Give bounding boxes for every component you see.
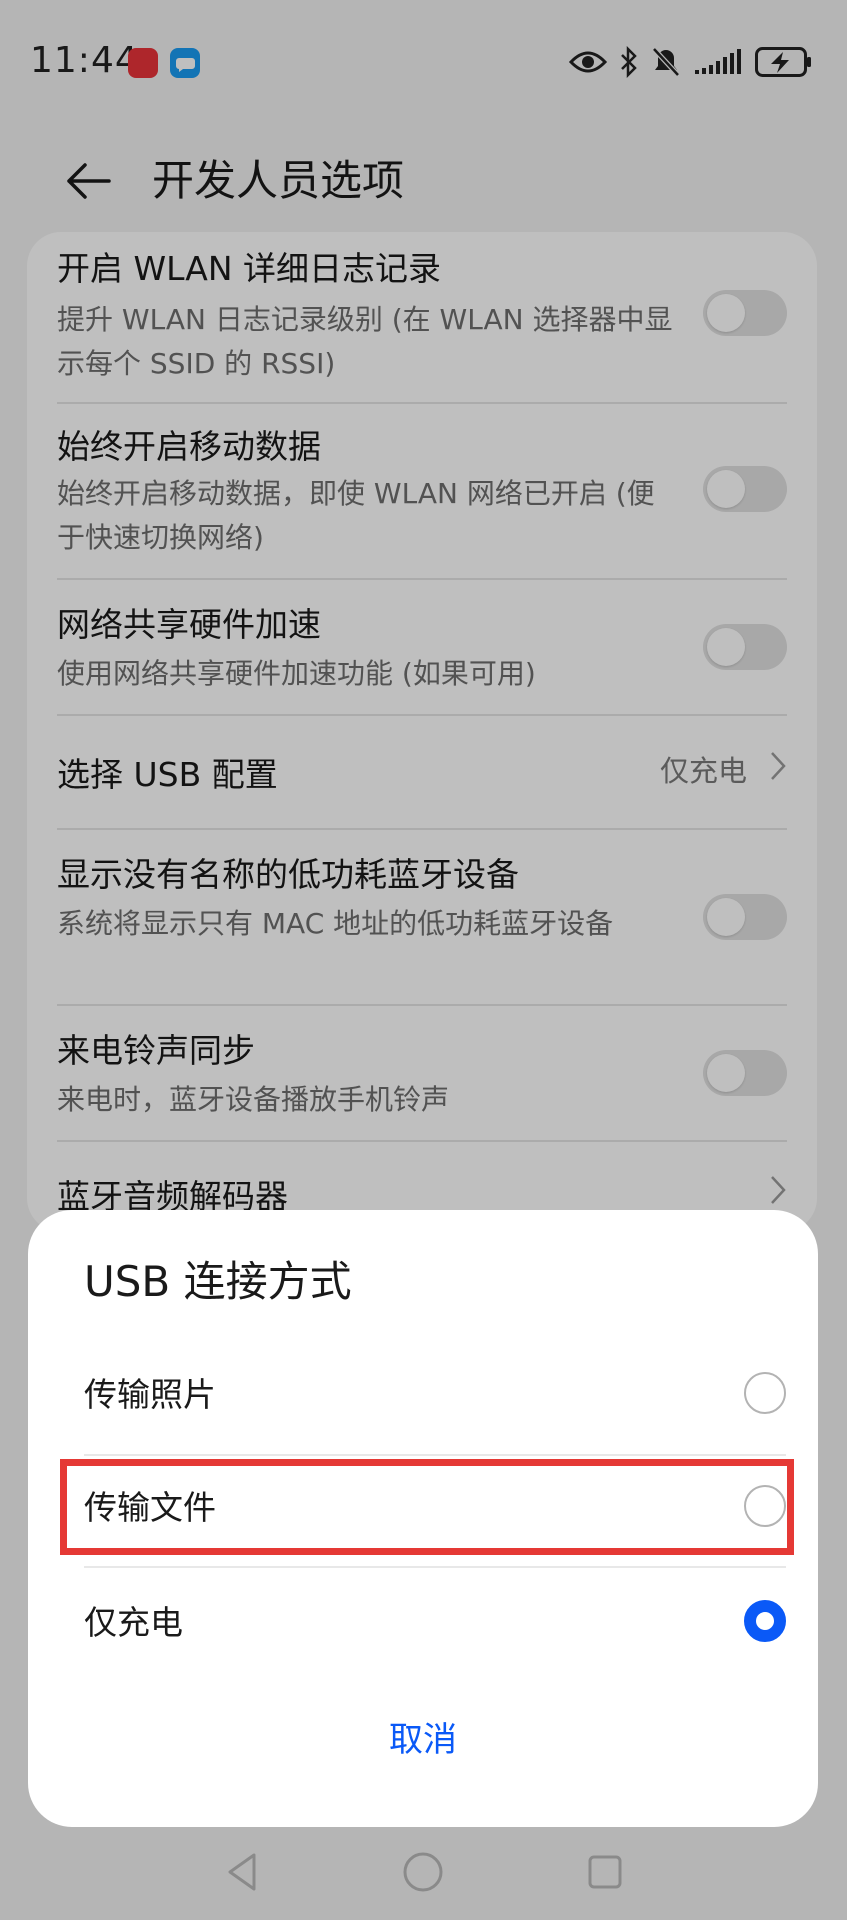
home-circle-icon[interactable] bbox=[401, 1850, 445, 1894]
radio-button-checked[interactable] bbox=[744, 1600, 786, 1642]
navigation-bar bbox=[0, 1830, 847, 1920]
radio-button[interactable] bbox=[744, 1372, 786, 1414]
usb-connection-dialog: USB 连接方式 传输照片 传输文件 仅充电 取消 bbox=[28, 1210, 818, 1827]
recents-square-icon[interactable] bbox=[585, 1850, 625, 1894]
option-label: 仅充电 bbox=[84, 1603, 183, 1642]
option-transfer-photos[interactable]: 传输照片 bbox=[84, 1340, 786, 1450]
highlight-box bbox=[60, 1459, 794, 1555]
cancel-button[interactable]: 取消 bbox=[28, 1700, 818, 1780]
back-triangle-icon[interactable] bbox=[222, 1850, 262, 1894]
dialog-title: USB 连接方式 bbox=[84, 1257, 352, 1306]
option-label: 传输照片 bbox=[84, 1375, 216, 1414]
screen: 11:44 开发人员选项 开启 WLAN 详细日志记录 提升 WLAN 日志记录… bbox=[0, 0, 847, 1920]
option-charge-only[interactable]: 仅充电 bbox=[84, 1568, 786, 1678]
